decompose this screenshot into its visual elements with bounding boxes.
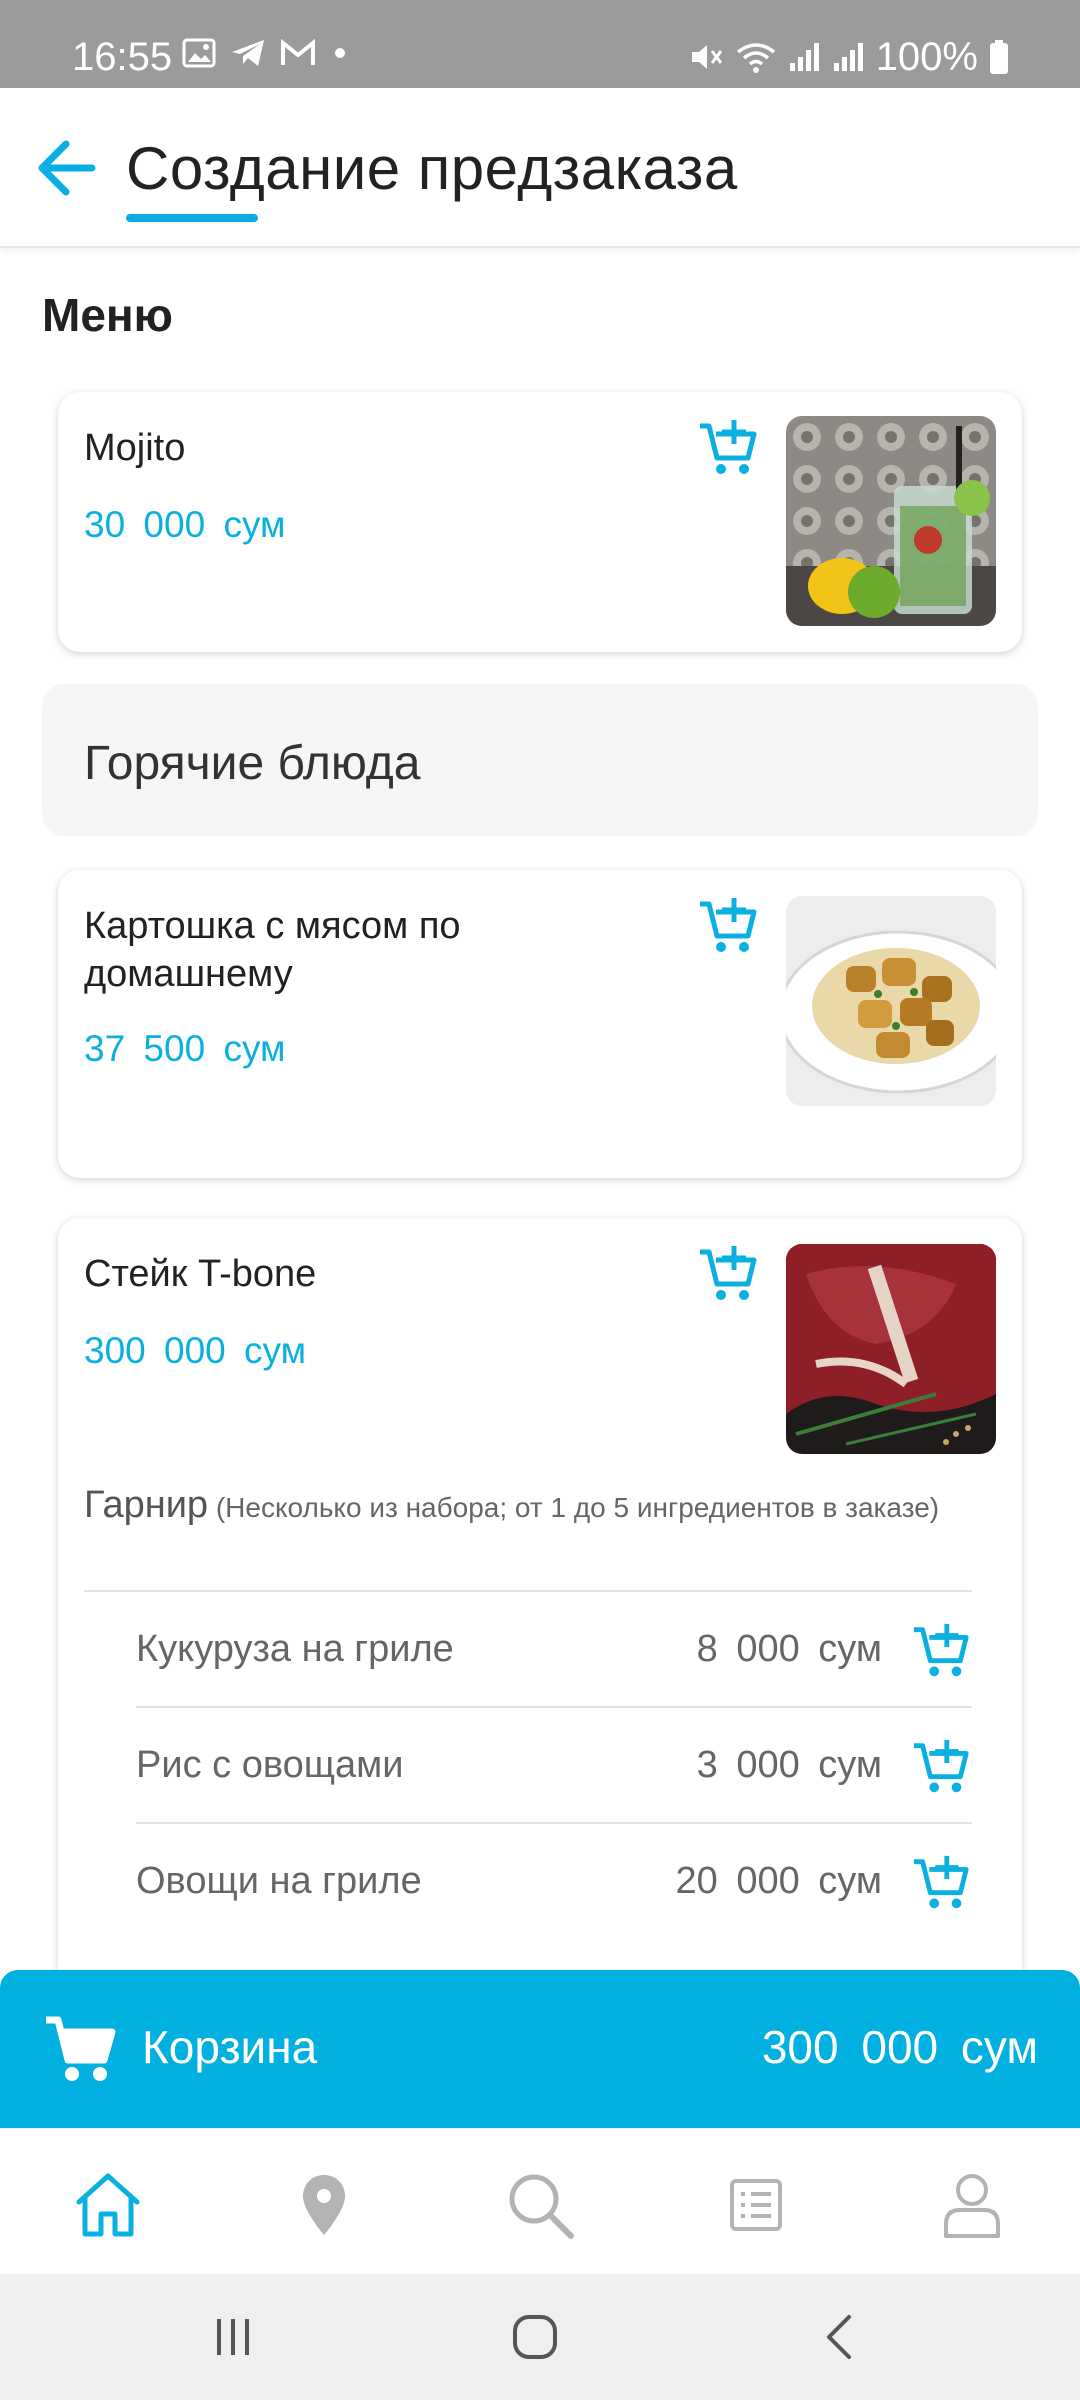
arrow-left-icon bbox=[38, 140, 96, 196]
home-button-icon bbox=[513, 2315, 557, 2359]
status-time: 16:55 bbox=[72, 35, 173, 79]
add-to-cart-icon bbox=[700, 1246, 757, 1300]
add-to-cart-button[interactable] bbox=[696, 1242, 760, 1306]
garnish-option[interactable]: Кукуруза на гриле 8 000 сум bbox=[136, 1592, 972, 1708]
menu-item-name: Mojito bbox=[84, 427, 186, 469]
telegram-icon bbox=[230, 38, 266, 68]
menu-item-price: 37 500 сум bbox=[84, 1028, 286, 1069]
bottom-navigation bbox=[0, 2128, 1080, 2274]
notification-icons bbox=[182, 38, 350, 68]
menu-item-price: 30 000 сум bbox=[84, 504, 286, 545]
menu-item-card[interactable]: Mojito 30 000 сум bbox=[58, 392, 1022, 652]
add-garnish-button[interactable] bbox=[910, 1852, 972, 1914]
image-icon bbox=[182, 38, 216, 68]
mute-icon bbox=[688, 40, 724, 74]
garnish-option-name: Рис с овощами bbox=[136, 1744, 404, 1786]
gmail-icon bbox=[280, 39, 316, 67]
garnish-option-name: Кукуруза на гриле bbox=[136, 1628, 454, 1670]
system-navigation-bar bbox=[0, 2274, 1080, 2400]
nav-profile[interactable] bbox=[932, 2165, 1012, 2245]
menu-section-title: Меню bbox=[42, 289, 173, 341]
back-icon bbox=[827, 2315, 851, 2359]
garnish-option[interactable]: Овощи на гриле 20 000 сум bbox=[136, 1824, 972, 1940]
add-garnish-button[interactable] bbox=[910, 1620, 972, 1682]
add-to-cart-button[interactable] bbox=[696, 894, 760, 958]
signal-icon bbox=[788, 41, 822, 73]
add-to-cart-icon bbox=[700, 898, 757, 952]
app-bar: Создание предзаказа bbox=[0, 88, 1080, 248]
menu-item-card[interactable]: Картошка с мясом по домашнему 37 500 сум bbox=[58, 870, 1022, 1178]
nav-search[interactable] bbox=[500, 2165, 580, 2245]
garnish-option[interactable]: Рис с овощами 3 000 сум bbox=[136, 1708, 972, 1824]
nav-location[interactable] bbox=[284, 2165, 364, 2245]
garnish-note: (Несколько из набора; от 1 до 5 ингредие… bbox=[215, 1492, 940, 1523]
garnish-option-price: 3 000 сум bbox=[696, 1744, 882, 1786]
nav-orders[interactable] bbox=[716, 2165, 796, 2245]
cart-bar[interactable]: Корзина 300 000 сум bbox=[0, 1970, 1080, 2128]
title-underline bbox=[126, 214, 258, 222]
profile-icon bbox=[944, 2174, 1000, 2238]
menu-item-name: Стейк T-bone bbox=[84, 1253, 317, 1295]
recents-button[interactable] bbox=[198, 2304, 268, 2370]
add-to-cart-icon bbox=[913, 1739, 969, 1793]
back-button[interactable] bbox=[30, 136, 102, 200]
add-to-cart-icon bbox=[700, 420, 757, 474]
battery-icon bbox=[988, 39, 1010, 75]
steak-image bbox=[786, 1244, 996, 1454]
garnish-option-price: 20 000 сум bbox=[675, 1860, 882, 1902]
garnish-option-name: Овощи на гриле bbox=[136, 1860, 422, 1902]
recents-icon bbox=[217, 2319, 249, 2355]
list-icon bbox=[730, 2179, 782, 2231]
cart-icon bbox=[40, 2008, 120, 2088]
mojito-image bbox=[786, 416, 996, 626]
category-header[interactable]: Горячие блюда bbox=[42, 684, 1038, 836]
potatoes-image bbox=[786, 896, 996, 1106]
battery-level: 100% bbox=[875, 35, 978, 79]
menu-item-price: 300 000 сум bbox=[84, 1330, 307, 1371]
home-icon bbox=[76, 2173, 140, 2237]
cart-label: Корзина bbox=[142, 2021, 318, 2073]
menu-item-card[interactable]: Стейк T-bone 300 000 сум Гарнир (Несколь… bbox=[58, 1218, 1022, 1970]
garnish-header: Гарнир (Несколько из набора; от 1 до 5 и… bbox=[84, 1486, 984, 1527]
search-icon bbox=[509, 2174, 574, 2239]
add-garnish-button[interactable] bbox=[910, 1736, 972, 1798]
page-title: Создание предзаказа bbox=[126, 135, 738, 202]
location-icon bbox=[303, 2175, 345, 2235]
back-system-button[interactable] bbox=[804, 2304, 874, 2370]
wifi-icon bbox=[734, 40, 778, 74]
add-to-cart-icon bbox=[913, 1855, 969, 1909]
signal-icon bbox=[832, 41, 866, 73]
add-to-cart-icon bbox=[913, 1623, 969, 1677]
menu-item-name: Картошка с мясом по домашнему bbox=[84, 905, 461, 995]
add-to-cart-button[interactable] bbox=[696, 416, 760, 480]
garnish-title: Гарнир bbox=[84, 1484, 209, 1526]
dot-icon bbox=[330, 43, 350, 63]
home-system-button[interactable] bbox=[500, 2304, 570, 2370]
system-status-icons: 100% bbox=[688, 34, 1010, 80]
cart-total: 300 000 сум bbox=[761, 2021, 1038, 2073]
category-title: Горячие блюда bbox=[84, 737, 421, 790]
nav-home[interactable] bbox=[68, 2165, 148, 2245]
garnish-option-price: 8 000 сум bbox=[696, 1628, 882, 1670]
status-bar: 16:55 100% bbox=[0, 0, 1080, 88]
